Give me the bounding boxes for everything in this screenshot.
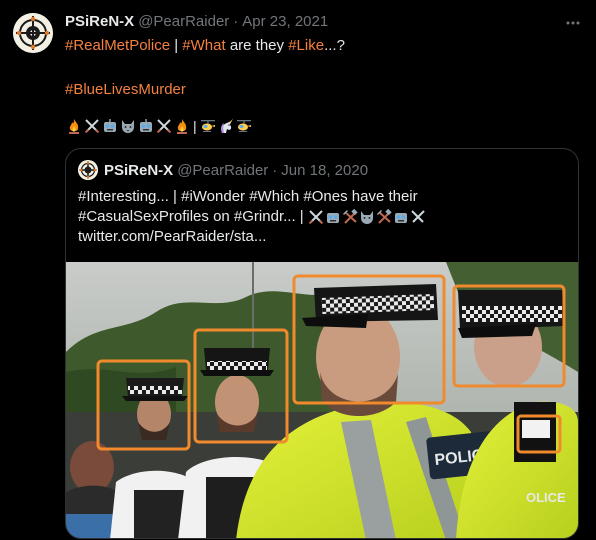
- police-officers-photo: POLICE OLICE: [66, 262, 578, 538]
- separator-dot: ·: [272, 161, 278, 179]
- quoted-text-line: #CasualSexProfiles on #Grindr... |: [78, 207, 427, 227]
- hashtag-link[interactable]: #BlueLivesMurder: [65, 81, 186, 98]
- hammer-pick-emoji-icon: [376, 209, 393, 226]
- quoted-display-name[interactable]: PSiReN-X: [104, 162, 173, 179]
- text-fragment: are they: [225, 37, 289, 54]
- user-handle[interactable]: @PearRaider: [138, 13, 229, 30]
- quoted-text-line: twitter.com/PearRaider/sta...: [78, 227, 427, 247]
- robot-emoji-icon: [137, 118, 154, 135]
- tweet-text-line: #BlueLivesMurder: [65, 80, 345, 100]
- quoted-tweet[interactable]: PSiReN-X @PearRaider · Jun 18, 2020 #Int…: [65, 148, 579, 539]
- tweet-text-line: #RealMetPolice | #What are they #Like...…: [65, 36, 345, 56]
- separator-dot: ·: [233, 12, 239, 30]
- text-fragment: ...?: [324, 37, 345, 54]
- tweet-date[interactable]: Apr 23, 2021: [242, 13, 328, 30]
- avatar[interactable]: [13, 13, 53, 53]
- robot-emoji-icon: [393, 209, 410, 226]
- hammer-pick-emoji-icon: [342, 209, 359, 226]
- fire-emoji-icon: [65, 118, 82, 135]
- fire-emoji-icon: [173, 118, 190, 135]
- hashtag-link[interactable]: #RealMetPolice: [65, 37, 170, 54]
- tweet-header: PSiReN-X @PearRaider · Apr 23, 2021: [65, 11, 328, 31]
- quoted-tweet-date[interactable]: Jun 18, 2020: [281, 162, 368, 179]
- crossed-swords-emoji-icon: [410, 209, 427, 226]
- robot-emoji-icon: [101, 118, 118, 135]
- hashtag-link[interactable]: #What: [182, 37, 225, 54]
- crosshair-logo-icon: [78, 160, 98, 180]
- more-options-button[interactable]: [564, 14, 582, 32]
- quoted-tweet-text: #Interesting... | #iWonder #Which #Ones …: [78, 187, 427, 247]
- jacket-text: OLICE: [526, 490, 566, 505]
- quoted-media-photo[interactable]: POLICE OLICE: [66, 262, 578, 538]
- more-dots-icon: [566, 21, 580, 25]
- tweet-text: #RealMetPolice | #What are they #Like...…: [65, 36, 345, 100]
- text-fragment: #Interesting... | #iWonder #Which #Ones …: [78, 188, 418, 205]
- quoted-text-line: #Interesting... | #iWonder #Which #Ones …: [78, 187, 427, 207]
- display-name[interactable]: PSiReN-X: [65, 13, 134, 30]
- crossed-swords-emoji-icon: [308, 209, 325, 226]
- robot-emoji-icon: [325, 209, 342, 226]
- quoted-tweet-header: PSiReN-X @PearRaider · Jun 18, 2020: [78, 160, 368, 180]
- unicorn-emoji-icon: [218, 118, 235, 135]
- text-fragment: |: [170, 37, 183, 54]
- crossed-swords-emoji-icon: [83, 118, 100, 135]
- link-url[interactable]: twitter.com/PearRaider/sta...: [78, 227, 266, 247]
- helicopter-emoji-icon: [236, 118, 253, 135]
- helicopter-emoji-icon: [200, 118, 217, 135]
- quoted-user-handle[interactable]: @PearRaider: [177, 162, 268, 179]
- hashtag-link[interactable]: #Like: [288, 37, 324, 54]
- tweet[interactable]: PSiReN-X @PearRaider · Apr 23, 2021 #Rea…: [0, 0, 596, 540]
- crossed-swords-emoji-icon: [155, 118, 172, 135]
- quoted-avatar[interactable]: [78, 160, 98, 180]
- emoji-separator: |: [193, 118, 197, 134]
- text-fragment: #CasualSexProfiles on #Grindr... |: [78, 208, 304, 225]
- emoji-row: |: [65, 116, 253, 136]
- crosshair-logo-icon: [13, 13, 53, 53]
- wolf-emoji-icon: [119, 118, 136, 135]
- wolf-emoji-icon: [359, 209, 376, 226]
